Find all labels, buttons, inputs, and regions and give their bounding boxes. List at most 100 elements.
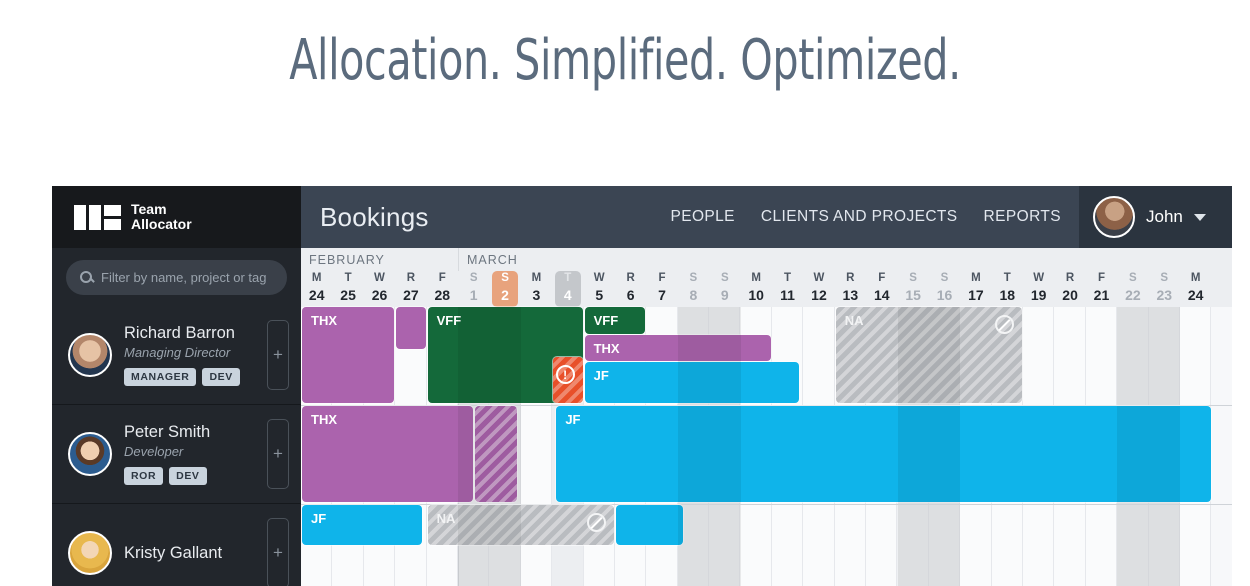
day-column-header[interactable]: S 2 xyxy=(489,271,520,307)
month-label: MARCH xyxy=(458,248,1212,271)
brand-name: Team Allocator xyxy=(131,202,192,232)
booking-block[interactable]: NA xyxy=(427,505,614,545)
day-of-week: T xyxy=(564,272,572,284)
booking-block[interactable]: THX xyxy=(302,406,473,502)
day-column-header[interactable]: F 21 xyxy=(1086,271,1117,307)
weekend-shade xyxy=(1148,505,1181,586)
user-menu[interactable]: John xyxy=(1079,186,1232,248)
person-name: Richard Barron xyxy=(124,324,235,342)
brand-line-2: Allocator xyxy=(131,216,192,232)
booking-label: JF xyxy=(565,412,581,427)
day-column-header[interactable]: M 3 xyxy=(521,271,552,307)
person-tags: ROR DEV xyxy=(124,467,210,485)
nav-item-clients-and-projects[interactable]: CLIENTS AND PROJECTS xyxy=(761,208,958,226)
day-header: M 24 T 25 W 26 R 27 F 28 S 1 S 2 M 3 T 4… xyxy=(301,271,1232,307)
month-label: FEBRUARY xyxy=(309,253,385,267)
add-booking-button[interactable]: + xyxy=(267,518,289,586)
day-number: 2 xyxy=(501,287,509,303)
booking-block[interactable]: THX xyxy=(302,307,395,403)
person-tag[interactable]: ROR xyxy=(124,467,164,485)
weekend-shade xyxy=(897,505,929,586)
booking-row: THX VFF! VFF THX JF NA xyxy=(301,307,1232,406)
day-column-header[interactable]: S 9 xyxy=(709,271,740,307)
person-tags: MANAGER DEV xyxy=(124,368,240,386)
app-window: Team Allocator Bookings PEOPLE CLIENTS A… xyxy=(52,186,1232,586)
day-column-header[interactable]: W 26 xyxy=(364,271,395,307)
booking-block[interactable]: JF xyxy=(584,362,800,403)
person-tag[interactable]: DEV xyxy=(169,467,207,485)
day-column-header[interactable]: W 19 xyxy=(1023,271,1054,307)
booking-label: THX xyxy=(311,313,337,328)
weekend-shade xyxy=(1117,307,1149,405)
booking-block[interactable]: ! xyxy=(553,357,583,403)
day-column-header[interactable]: M 17 xyxy=(960,271,991,307)
person-row[interactable]: Kristy Gallant + xyxy=(52,504,301,586)
booking-row: THX JF xyxy=(301,406,1232,505)
page-title: Bookings xyxy=(320,201,429,232)
avatar xyxy=(68,432,112,476)
add-booking-button[interactable]: + xyxy=(267,320,289,390)
booking-block[interactable] xyxy=(396,307,426,349)
weekend-shade xyxy=(709,505,741,586)
brand-bar[interactable]: Team Allocator xyxy=(52,186,301,248)
day-column-header[interactable]: S 1 xyxy=(458,271,489,307)
day-column-header[interactable]: S 8 xyxy=(678,271,709,307)
weekend-shade xyxy=(929,505,961,586)
booking-block[interactable] xyxy=(474,406,517,502)
booking-block[interactable]: NA xyxy=(835,307,1023,403)
booking-label: JF xyxy=(311,511,327,526)
booking-block[interactable]: VFF xyxy=(584,307,646,334)
booking-label: THX xyxy=(593,341,620,356)
unavailable-icon xyxy=(995,315,1015,334)
avatar xyxy=(1093,196,1135,238)
app-bar: Bookings PEOPLE CLIENTS AND PROJECTS REP… xyxy=(301,186,1079,248)
add-booking-button[interactable]: + xyxy=(267,419,289,489)
day-column-header[interactable]: S 22 xyxy=(1117,271,1148,307)
booking-block[interactable] xyxy=(616,505,684,545)
booking-block[interactable]: JF xyxy=(302,505,423,545)
day-column-header[interactable]: S 15 xyxy=(897,271,928,307)
day-column-header[interactable]: W 12 xyxy=(803,271,834,307)
nav-item-reports[interactable]: REPORTS xyxy=(984,208,1061,226)
person-info: Kristy Gallant xyxy=(124,544,222,563)
booking-row: JF NA xyxy=(301,505,1232,586)
hero-section: Allocation. Simplified. Optimized. xyxy=(0,0,1250,93)
weekend-shade xyxy=(1117,505,1149,586)
day-column-header[interactable]: M 24 xyxy=(1180,271,1211,307)
app-body: Filter by name, project or tag Richard B… xyxy=(52,248,1232,586)
weekend-shade xyxy=(1148,307,1181,405)
day-column-header[interactable]: M 10 xyxy=(740,271,771,307)
search-input[interactable]: Filter by name, project or tag xyxy=(66,259,287,295)
avatar xyxy=(68,531,112,575)
person-row[interactable]: Richard Barron Managing Director MANAGER… xyxy=(52,306,301,405)
sidebar: Filter by name, project or tag Richard B… xyxy=(52,248,301,586)
person-tag[interactable]: DEV xyxy=(202,368,240,386)
day-column-header[interactable]: R 13 xyxy=(835,271,866,307)
person-row[interactable]: Peter Smith Developer ROR DEV + xyxy=(52,405,301,504)
booking-grid: FEBRUARY MARCH M 24 T 25 W 26 R 27 F 28 S… xyxy=(301,248,1232,586)
day-column-header[interactable]: R 20 xyxy=(1054,271,1085,307)
blocks-logo-icon xyxy=(74,204,121,230)
day-column-header[interactable]: S 23 xyxy=(1149,271,1180,307)
chevron-down-icon[interactable] xyxy=(1193,213,1206,221)
search-bar: Filter by name, project or tag xyxy=(52,248,301,306)
booking-block[interactable]: THX xyxy=(584,335,771,361)
day-column-header[interactable]: W 5 xyxy=(584,271,615,307)
day-column-header[interactable]: T 11 xyxy=(772,271,803,307)
day-column-header[interactable]: T 18 xyxy=(992,271,1023,307)
day-column-header[interactable]: R 6 xyxy=(615,271,646,307)
day-column-header[interactable]: F 14 xyxy=(866,271,897,307)
day-column-header[interactable]: T 4 xyxy=(552,271,583,307)
nav-item-people[interactable]: PEOPLE xyxy=(670,208,734,226)
day-column-header[interactable]: M 24 xyxy=(301,271,332,307)
day-column-header[interactable]: F 7 xyxy=(646,271,677,307)
day-column-header[interactable]: R 27 xyxy=(395,271,426,307)
day-column-header[interactable]: S 16 xyxy=(929,271,960,307)
day-column-header[interactable]: T 25 xyxy=(332,271,363,307)
booking-rows: THX VFF! VFF THX JF NA THX JF JF NA xyxy=(301,307,1232,586)
day-column-header[interactable]: F 28 xyxy=(427,271,458,307)
person-tag[interactable]: MANAGER xyxy=(124,368,197,386)
booking-block[interactable]: JF xyxy=(556,406,1211,502)
booking-label: VFF xyxy=(436,313,462,328)
person-name: Peter Smith xyxy=(124,423,211,441)
